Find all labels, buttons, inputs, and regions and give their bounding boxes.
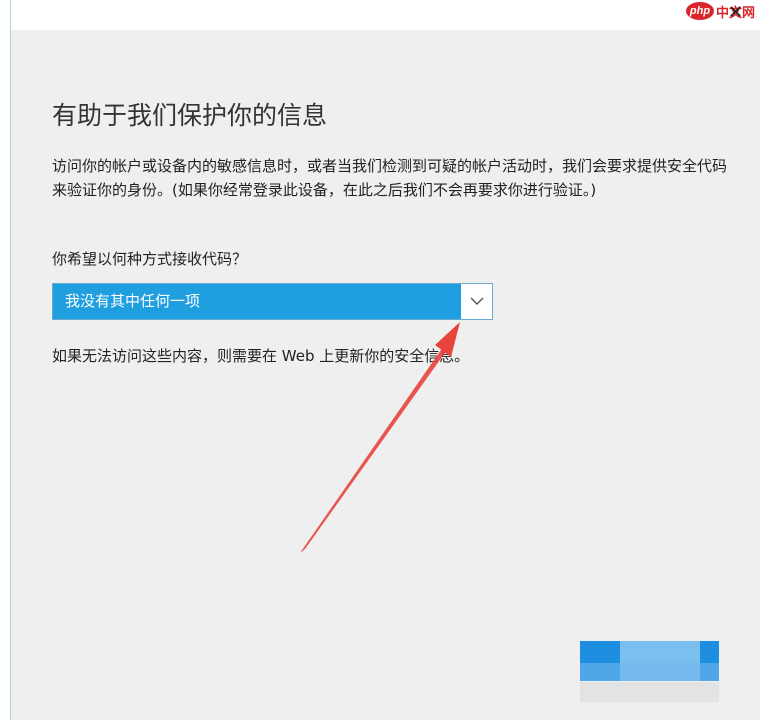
arrow-annotation xyxy=(300,322,460,553)
